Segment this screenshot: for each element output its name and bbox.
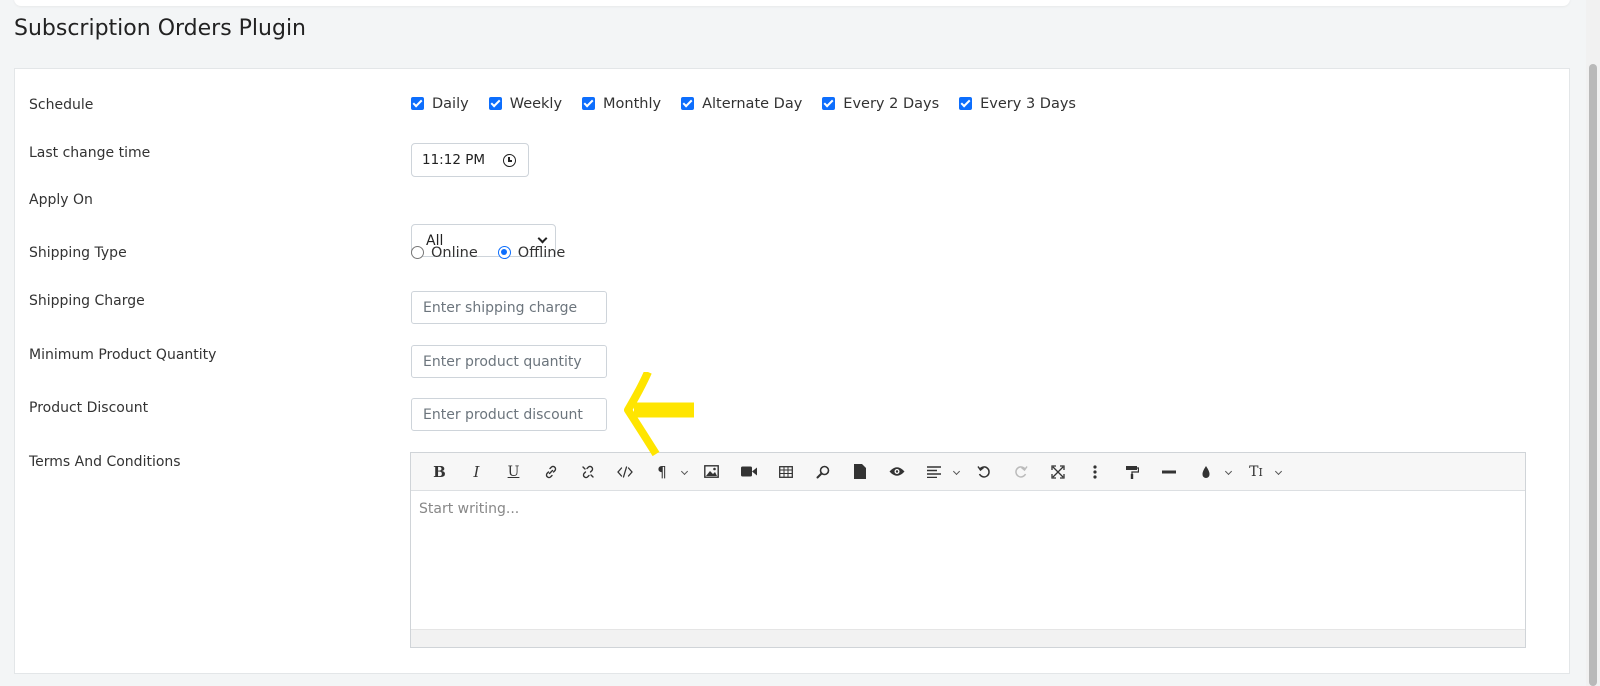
monthly-checkbox[interactable] xyxy=(582,96,596,110)
chevron-down-icon xyxy=(1224,467,1233,475)
shipping-charge-placeholder: Enter shipping charge xyxy=(423,299,578,316)
bold-icon[interactable]: B xyxy=(421,453,458,491)
text-color-icon[interactable] xyxy=(1187,453,1237,491)
shipping-type-offline[interactable]: Offline xyxy=(497,245,566,261)
template-icon[interactable] xyxy=(841,453,878,491)
every-2-days-checkbox[interactable] xyxy=(822,96,836,110)
format-painter-icon[interactable] xyxy=(1113,453,1150,491)
shipping-charge-input[interactable]: Enter shipping charge xyxy=(411,291,607,324)
page-scrollbar[interactable] xyxy=(1586,0,1600,686)
time-value: 11:12 PM xyxy=(422,152,485,168)
scrollbar-thumb[interactable] xyxy=(1589,64,1597,686)
chevron-down-icon xyxy=(680,467,689,475)
daily-label: Daily xyxy=(432,96,469,112)
chevron-down-icon xyxy=(537,233,548,244)
offline-radio[interactable] xyxy=(497,245,511,259)
offline-label: Offline xyxy=(517,245,566,261)
terms-editor-content[interactable]: Start writing... xyxy=(411,491,1525,627)
editor-placeholder: Start writing... xyxy=(419,501,520,517)
image-icon[interactable] xyxy=(693,453,730,491)
schedule-option-daily[interactable]: Daily xyxy=(411,96,469,112)
fullscreen-icon[interactable] xyxy=(1039,453,1076,491)
daily-checkbox[interactable] xyxy=(411,96,424,110)
every-3-days-label: Every 3 Days xyxy=(980,96,1076,112)
annotation-arrow-icon xyxy=(624,372,694,457)
apply-on-label: Apply On xyxy=(29,192,93,208)
weekly-label: Weekly xyxy=(509,96,563,112)
shipping-type-label: Shipping Type xyxy=(29,245,127,261)
search-icon[interactable] xyxy=(804,453,841,491)
schedule-option-every-2-days[interactable]: Every 2 Days xyxy=(822,96,939,112)
online-radio[interactable] xyxy=(411,245,424,259)
terms-label: Terms And Conditions xyxy=(29,454,181,470)
italic-icon[interactable]: I xyxy=(458,453,495,491)
monthly-label: Monthly xyxy=(603,96,662,112)
preview-icon[interactable] xyxy=(878,453,915,491)
page-title: Subscription Orders Plugin xyxy=(14,16,307,41)
product-discount-input[interactable]: Enter product discount xyxy=(411,398,607,431)
online-label: Online xyxy=(431,245,478,261)
min-quantity-input[interactable]: Enter product quantity xyxy=(411,345,607,378)
schedule-label: Schedule xyxy=(29,97,94,113)
shipping-type-options: Online Offline xyxy=(411,245,585,261)
schedule-option-weekly[interactable]: Weekly xyxy=(488,96,563,112)
editor-status-bar xyxy=(411,629,1525,647)
font-size-icon[interactable]: TI xyxy=(1237,453,1287,491)
top-card-edge xyxy=(14,0,1570,6)
terms-editor: B I U ¶ TI Start writing... xyxy=(410,452,1526,648)
shipping-type-online[interactable]: Online xyxy=(411,245,478,261)
weekly-checkbox[interactable] xyxy=(488,96,502,110)
min-quantity-placeholder: Enter product quantity xyxy=(423,353,582,370)
product-discount-placeholder: Enter product discount xyxy=(423,406,583,423)
video-icon[interactable] xyxy=(730,453,767,491)
every-2-days-label: Every 2 Days xyxy=(843,96,940,112)
clock-icon[interactable] xyxy=(503,154,516,167)
shipping-charge-label: Shipping Charge xyxy=(29,293,145,309)
chevron-down-icon xyxy=(952,467,961,475)
underline-icon[interactable]: U xyxy=(495,453,532,491)
schedule-option-alternate-day[interactable]: Alternate Day xyxy=(681,96,802,112)
horizontal-rule-icon[interactable] xyxy=(1150,453,1187,491)
alternate-day-label: Alternate Day xyxy=(702,96,803,112)
more-icon[interactable] xyxy=(1076,453,1113,491)
link-icon[interactable] xyxy=(532,453,569,491)
table-icon[interactable] xyxy=(767,453,804,491)
last-change-time-label: Last change time xyxy=(29,145,151,161)
schedule-option-every-3-days[interactable]: Every 3 Days xyxy=(959,96,1076,112)
schedule-option-monthly[interactable]: Monthly xyxy=(582,96,661,112)
product-discount-label: Product Discount xyxy=(29,400,149,416)
schedule-options: Daily Weekly Monthly Alternate Day Every… xyxy=(411,96,1096,112)
every-3-days-checkbox[interactable] xyxy=(959,96,973,110)
align-icon[interactable] xyxy=(915,453,965,491)
undo-icon[interactable] xyxy=(965,453,1002,491)
alternate-day-checkbox[interactable] xyxy=(681,96,695,110)
unlink-icon[interactable] xyxy=(569,453,606,491)
code-view-icon[interactable] xyxy=(606,453,643,491)
paragraph-format-icon[interactable]: ¶ xyxy=(643,453,693,491)
editor-toolbar: B I U ¶ TI xyxy=(411,453,1525,491)
redo-icon[interactable] xyxy=(1002,453,1039,491)
min-quantity-label: Minimum Product Quantity xyxy=(29,347,217,363)
chevron-down-icon xyxy=(1274,467,1283,475)
last-change-time-input[interactable]: 11:12 PM xyxy=(411,143,529,177)
